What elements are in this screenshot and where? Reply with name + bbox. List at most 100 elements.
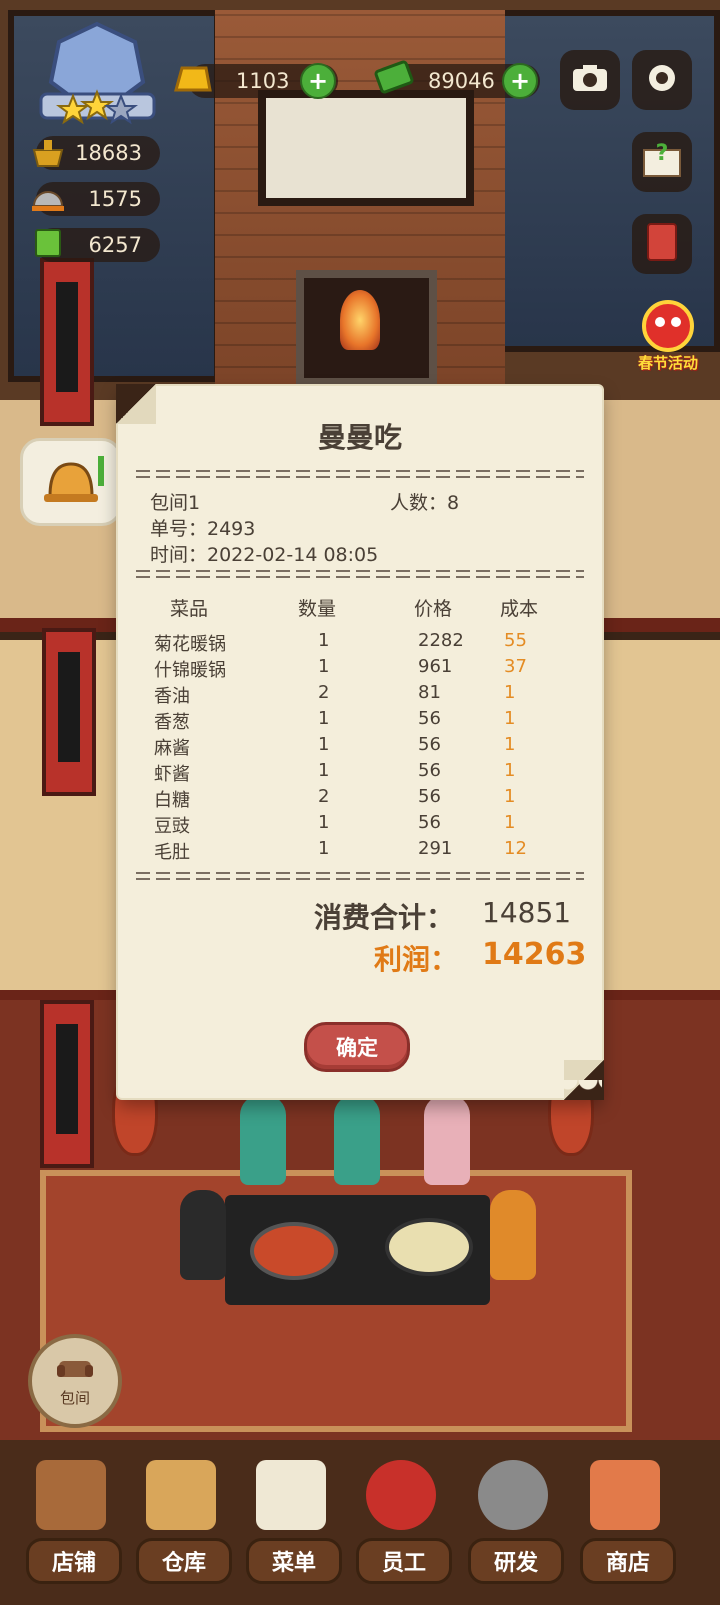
separator	[136, 870, 584, 882]
total-label: 消费合计：	[314, 901, 455, 934]
gold-ingot-icon	[172, 62, 212, 96]
nav-warehouse[interactable]: 仓库	[136, 1460, 232, 1584]
order-receipt: 曼曼吃 包间1 人数：8 单号：2493 时间：2022-02-14 08:05…	[116, 384, 604, 1100]
customer[interactable]	[334, 1095, 380, 1185]
item-qty: 1	[318, 812, 330, 833]
item-qty: 1	[318, 734, 330, 755]
fire	[340, 290, 380, 350]
item-cost: 1	[504, 760, 516, 781]
nav-label: 店铺	[26, 1538, 122, 1584]
storefront-icon	[36, 1460, 106, 1530]
help-button[interactable]: ?	[632, 132, 692, 192]
cabinet	[42, 628, 96, 796]
header-cost: 成本	[500, 598, 539, 620]
total-value: 14851	[482, 896, 572, 929]
customer[interactable]	[180, 1190, 226, 1280]
stat-value: 1575	[88, 187, 142, 211]
recipe-book-button[interactable]	[632, 214, 692, 274]
item-name: 豆豉	[154, 816, 190, 837]
hotpot-icon	[28, 136, 68, 170]
header-price: 价格	[414, 598, 453, 620]
nav-research[interactable]: 研发	[468, 1460, 564, 1584]
item-name: 什锦暖锅	[154, 660, 226, 681]
camera-button[interactable]	[560, 50, 620, 110]
private-room-label: 包间	[59, 1388, 90, 1407]
confirm-button[interactable]: 确定	[304, 1022, 410, 1072]
nav-label: 仓库	[136, 1538, 232, 1584]
spring-festival-event[interactable]: 春节活动	[628, 296, 708, 376]
wok-icon	[478, 1460, 548, 1530]
item-price: 56	[418, 812, 441, 833]
gold-value: 1103	[236, 69, 290, 93]
stat-value: 18683	[75, 141, 142, 165]
nav-menu[interactable]: 菜单	[246, 1460, 342, 1584]
item-price: 291	[418, 838, 453, 859]
book-icon	[644, 222, 680, 266]
item-qty: 1	[318, 630, 330, 651]
bell-icon	[36, 450, 106, 514]
item-price: 81	[418, 682, 441, 703]
item-price: 961	[418, 656, 453, 677]
service-bell-button[interactable]	[20, 438, 122, 526]
stat-value: 6257	[88, 233, 142, 257]
castle-painting	[258, 90, 474, 206]
item-cost: 1	[504, 708, 516, 729]
item-name: 毛肚	[154, 842, 190, 863]
hotpot-red	[250, 1222, 338, 1280]
camera-icon	[571, 63, 609, 97]
item-name: 香葱	[154, 712, 190, 733]
item-price: 56	[418, 708, 441, 729]
item-price: 56	[418, 786, 441, 807]
item-name: 麻酱	[154, 738, 190, 759]
cabinet	[40, 1000, 94, 1168]
dish-cover-icon	[28, 182, 68, 216]
item-name: 香油	[154, 686, 190, 707]
receipt-title: 曼曼吃	[317, 421, 402, 454]
cash-icon	[374, 60, 414, 94]
chef-icon	[366, 1460, 436, 1530]
header-dish: 菜品	[170, 598, 209, 620]
nav-staff[interactable]: 员工	[356, 1460, 452, 1584]
nav-label: 商店	[580, 1538, 676, 1584]
item-cost: 1	[504, 786, 516, 807]
rank-badge[interactable]	[35, 20, 160, 130]
item-cost: 37	[504, 656, 527, 677]
svg-text:?: ?	[656, 141, 669, 166]
event-label: 春节活动	[637, 354, 698, 372]
order-time: 时间：2022-02-14 08:05	[150, 544, 379, 566]
book-stack-icon	[28, 226, 68, 260]
customer[interactable]	[240, 1095, 286, 1185]
nav-label: 员工	[356, 1538, 452, 1584]
hotpot-white	[385, 1218, 473, 1276]
add-gold-button[interactable]: +	[300, 63, 336, 99]
item-price: 56	[418, 734, 441, 755]
add-cash-button[interactable]: +	[502, 63, 538, 99]
separator	[136, 468, 584, 480]
customer[interactable]	[490, 1190, 536, 1280]
customer[interactable]	[424, 1095, 470, 1185]
nav-label: 菜单	[246, 1538, 342, 1584]
profit-value: 14263	[482, 937, 587, 972]
item-cost: 1	[504, 812, 516, 833]
profit-label: 利润：	[374, 943, 459, 976]
nav-shop-front[interactable]: 店铺	[26, 1460, 122, 1584]
private-room-button[interactable]: 包间	[28, 1334, 122, 1428]
cabinet	[40, 258, 94, 426]
item-qty: 2	[318, 786, 330, 807]
separator	[136, 568, 584, 580]
item-cost: 55	[504, 630, 527, 651]
item-cost: 1	[504, 682, 516, 703]
item-qty: 1	[318, 708, 330, 729]
order-number: 单号：2493	[150, 518, 256, 540]
item-name: 白糖	[154, 790, 190, 811]
room-name: 包间1	[150, 492, 201, 514]
settings-button[interactable]	[632, 50, 692, 110]
item-qty: 1	[318, 760, 330, 781]
clipboard-icon	[256, 1460, 326, 1530]
nav-store[interactable]: 商店	[580, 1460, 676, 1584]
item-cost: 12	[504, 838, 527, 859]
sofa-icon	[55, 1355, 95, 1385]
item-cost: 1	[504, 734, 516, 755]
item-price: 56	[418, 760, 441, 781]
receipt-torn-edge	[118, 1080, 602, 1102]
